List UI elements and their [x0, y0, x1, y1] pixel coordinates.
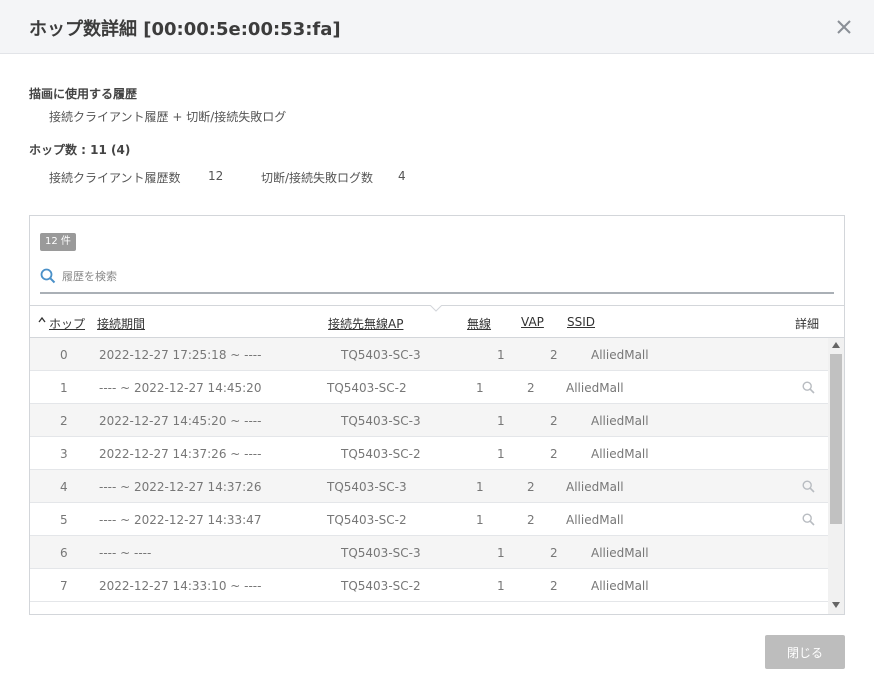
- count-badge: 12 件: [40, 233, 76, 251]
- cell-ssid: AlliedMall: [591, 546, 649, 560]
- table-row[interactable]: 3 2022-12-27 14:37:26 ~ ---- TQ5403-SC-2 1 2…: [30, 437, 828, 470]
- header-notch: [430, 305, 442, 312]
- cell-hop: 5: [60, 513, 68, 527]
- search-icon: [40, 268, 56, 284]
- cell-ssid: AlliedMall: [591, 348, 649, 362]
- cell-vap: 2: [550, 414, 558, 428]
- table-body: 0 2022-12-27 17:25:18 ~ ---- TQ5403-SC-3 1 2…: [30, 338, 828, 614]
- cell-radio: 1: [497, 546, 505, 560]
- fail-log-count: 4: [398, 169, 406, 183]
- cell-period: ---- ~ ----: [99, 546, 152, 560]
- cell-period: 2022-12-27 14:45:20 ~ ----: [99, 414, 262, 428]
- cell-ap: TQ5403-SC-3: [341, 414, 421, 428]
- cell-ssid: AlliedMall: [566, 381, 624, 395]
- cell-ap: TQ5403-SC-2: [341, 447, 421, 461]
- cell-vap: 2: [527, 381, 535, 395]
- table-row[interactable]: 0 2022-12-27 17:25:18 ~ ---- TQ5403-SC-3 1 2…: [30, 338, 828, 371]
- cell-ap: TQ5403-SC-3: [341, 546, 421, 560]
- cell-ssid: AlliedMall: [591, 414, 649, 428]
- fail-log-label: 切断/接続失敗ログ数: [261, 171, 374, 185]
- column-header-radio[interactable]: 無線: [467, 315, 491, 332]
- column-header-detail: 詳細: [795, 317, 820, 331]
- cell-vap: 2: [527, 480, 535, 494]
- client-history-count: 12: [208, 169, 224, 183]
- cell-ap: TQ5403-SC-2: [327, 513, 407, 527]
- cell-vap: 2: [527, 513, 535, 527]
- table-row[interactable]: 2 2022-12-27 14:45:20 ~ ---- TQ5403-SC-3 1 2…: [30, 404, 828, 437]
- cell-vap: 2: [550, 546, 558, 560]
- history-source-label: 描画に使用する履歴: [29, 87, 138, 101]
- cell-radio: 1: [476, 381, 484, 395]
- cell-period: ---- ~ 2022-12-27 14:45:20: [99, 381, 262, 395]
- history-list-panel: 12 件 ホップ 接続期間 接続先無線AP 無線 VAP SSID 詳細 020…: [29, 215, 845, 615]
- scroll-down-icon[interactable]: [832, 602, 840, 608]
- dialog-header: ホップ数詳細 [00:00:5e:00:53:fa]: [0, 0, 874, 54]
- table-row[interactable]: 6 ---- ~ ---- TQ5403-SC-3 1 2 AlliedMall: [30, 536, 828, 569]
- table-row[interactable]: 4 ---- ~ 2022-12-27 14:37:26 TQ5403-SC-3 1 2…: [30, 470, 828, 503]
- cell-radio: 1: [497, 447, 505, 461]
- cell-hop: 3: [60, 447, 68, 461]
- cell-hop: 2: [60, 414, 68, 428]
- close-icon[interactable]: [834, 17, 854, 37]
- cell-ssid: AlliedMall: [566, 513, 624, 527]
- search-underline: [40, 292, 834, 294]
- cell-ssid: AlliedMall: [591, 447, 649, 461]
- table-row[interactable]: 7 2022-12-27 14:33:10 ~ ---- TQ5403-SC-2 1 2…: [30, 569, 828, 602]
- cell-hop: 1: [60, 381, 68, 395]
- column-header-hop[interactable]: ホップ: [49, 315, 85, 332]
- cell-period: 2022-12-27 17:25:18 ~ ----: [99, 348, 262, 362]
- vertical-scrollbar[interactable]: [828, 338, 844, 614]
- table-header: ホップ 接続期間 接続先無線AP 無線 VAP SSID 詳細: [30, 305, 844, 338]
- cell-radio: 1: [476, 513, 484, 527]
- column-header-ap[interactable]: 接続先無線AP: [328, 315, 403, 332]
- column-header-period[interactable]: 接続期間: [97, 315, 145, 332]
- cell-vap: 2: [550, 348, 558, 362]
- history-source-value: 接続クライアント履歴 + 切断/接続失敗ログ: [49, 110, 287, 124]
- cell-hop: 7: [60, 579, 68, 593]
- sort-ascending-icon[interactable]: [38, 316, 46, 324]
- scroll-thumb[interactable]: [830, 354, 842, 524]
- scroll-up-icon[interactable]: [832, 342, 840, 348]
- close-button[interactable]: 閉じる: [765, 635, 845, 669]
- table-row[interactable]: 1 ---- ~ 2022-12-27 14:45:20 TQ5403-SC-2 1 2…: [30, 371, 828, 404]
- cell-hop: 6: [60, 546, 68, 560]
- cell-ssid: AlliedMall: [566, 480, 624, 494]
- cell-period: 2022-12-27 14:37:26 ~ ----: [99, 447, 262, 461]
- cell-radio: 1: [476, 480, 484, 494]
- cell-hop: 0: [60, 348, 68, 362]
- cell-vap: 2: [550, 579, 558, 593]
- search-input[interactable]: [62, 265, 832, 287]
- cell-radio: 1: [497, 414, 505, 428]
- cell-ap: TQ5403-SC-2: [327, 381, 407, 395]
- cell-ap: TQ5403-SC-3: [341, 348, 421, 362]
- cell-radio: 1: [497, 348, 505, 362]
- column-header-vap[interactable]: VAP: [521, 315, 544, 329]
- magnifier-icon[interactable]: [802, 480, 815, 493]
- cell-ap: TQ5403-SC-2: [341, 579, 421, 593]
- cell-period: ---- ~ 2022-12-27 14:37:26: [99, 480, 262, 494]
- client-history-label: 接続クライアント履歴数: [49, 171, 181, 185]
- table-row[interactable]: 5 ---- ~ 2022-12-27 14:33:47 TQ5403-SC-2 1 2…: [30, 503, 828, 536]
- magnifier-icon[interactable]: [802, 513, 815, 526]
- dialog-title: ホップ数詳細 [00:00:5e:00:53:fa]: [29, 19, 341, 40]
- cell-radio: 1: [497, 579, 505, 593]
- cell-hop: 4: [60, 480, 68, 494]
- magnifier-icon[interactable]: [802, 381, 815, 394]
- cell-ssid: AlliedMall: [591, 579, 649, 593]
- column-header-ssid[interactable]: SSID: [567, 315, 595, 329]
- cell-period: 2022-12-27 14:33:10 ~ ----: [99, 579, 262, 593]
- cell-vap: 2: [550, 447, 558, 461]
- cell-period: ---- ~ 2022-12-27 14:33:47: [99, 513, 262, 527]
- hop-count-label: ホップ数 : 11 (4): [29, 143, 131, 157]
- cell-ap: TQ5403-SC-3: [327, 480, 407, 494]
